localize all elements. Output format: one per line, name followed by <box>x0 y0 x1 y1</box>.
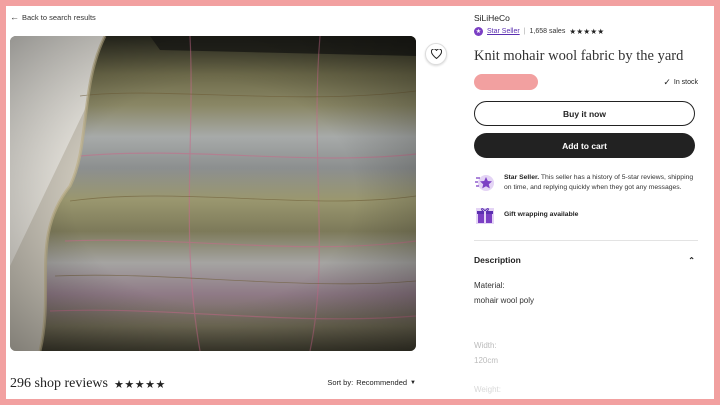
star-seller-badge-icon: ★ <box>474 27 483 36</box>
shop-reviews-count: 296 shop reviews <box>10 376 108 391</box>
star-seller-title: Star Seller. <box>504 174 540 181</box>
gift-wrap-feature: Gift wrapping available <box>474 205 698 227</box>
star-seller-description: Star Seller. This seller has a history o… <box>504 172 698 194</box>
spec-material-value: mohair wool poly <box>474 296 535 305</box>
spec-width-label: Width: <box>474 341 497 350</box>
product-image[interactable] <box>10 36 416 351</box>
star-seller-feature: Star Seller. This seller has a history o… <box>474 172 698 194</box>
arrow-left-icon: ← <box>10 12 19 22</box>
caret-down-icon: ▼ <box>410 379 416 386</box>
price-redacted <box>474 74 538 90</box>
listing-page: ← Back to search results 296 shop review… <box>6 6 714 399</box>
section-divider <box>474 240 698 241</box>
heart-icon <box>430 49 442 59</box>
separator: | <box>523 28 526 35</box>
gift-wrap-label: Gift wrapping available <box>504 211 579 218</box>
back-to-search-link[interactable]: ← Back to search results <box>10 12 96 23</box>
spec-material-label: Material: <box>474 281 505 290</box>
spec-weight-label: Weight: <box>474 385 501 394</box>
add-to-cart-button[interactable]: Add to cart <box>474 133 695 158</box>
gift-wrap-text-wrap: Gift wrapping available <box>504 205 578 227</box>
buy-it-now-button[interactable]: Buy it now <box>474 101 695 126</box>
chevron-up-icon: ⌃ <box>688 255 695 265</box>
star-seller-link[interactable]: Star Seller <box>487 28 520 35</box>
shop-name-link[interactable]: SiLiHeCo <box>474 13 510 23</box>
stock-status: ✓ In stock <box>663 77 698 88</box>
sort-by-value: Recommended <box>356 378 408 387</box>
sort-by-dropdown[interactable]: Sort by: Recommended ▼ <box>327 378 416 387</box>
spec-width-value: 120cm <box>474 356 499 365</box>
product-info-panel: SiLiHeCo ★ Star Seller | 1,658 sales ★★★… <box>474 6 698 399</box>
reviews-rating-stars: ★★★★★ <box>114 378 166 391</box>
stock-label: In stock <box>673 79 698 86</box>
back-link-label: Back to search results <box>22 13 96 22</box>
star-seller-award-icon <box>475 175 494 191</box>
fabric-photo <box>10 36 416 351</box>
sales-count: 1,658 sales <box>529 28 566 35</box>
description-toggle[interactable]: Description ⌃ <box>474 255 695 265</box>
shop-rating-stars[interactable]: ★★★★★ <box>569 27 604 36</box>
checkmark-icon: ✓ <box>663 77 671 87</box>
sort-by-label: Sort by: <box>327 378 354 387</box>
seller-summary: ★ Star Seller | 1,658 sales ★★★★★ <box>474 27 604 36</box>
gift-icon <box>476 208 494 224</box>
reviews-header: 296 shop reviews ★★★★★ Sort by: Recommen… <box>10 375 416 393</box>
favorite-button[interactable] <box>425 43 447 65</box>
description-heading: Description <box>474 255 521 265</box>
product-title: Knit mohair wool fabric by the yard <box>474 48 684 64</box>
